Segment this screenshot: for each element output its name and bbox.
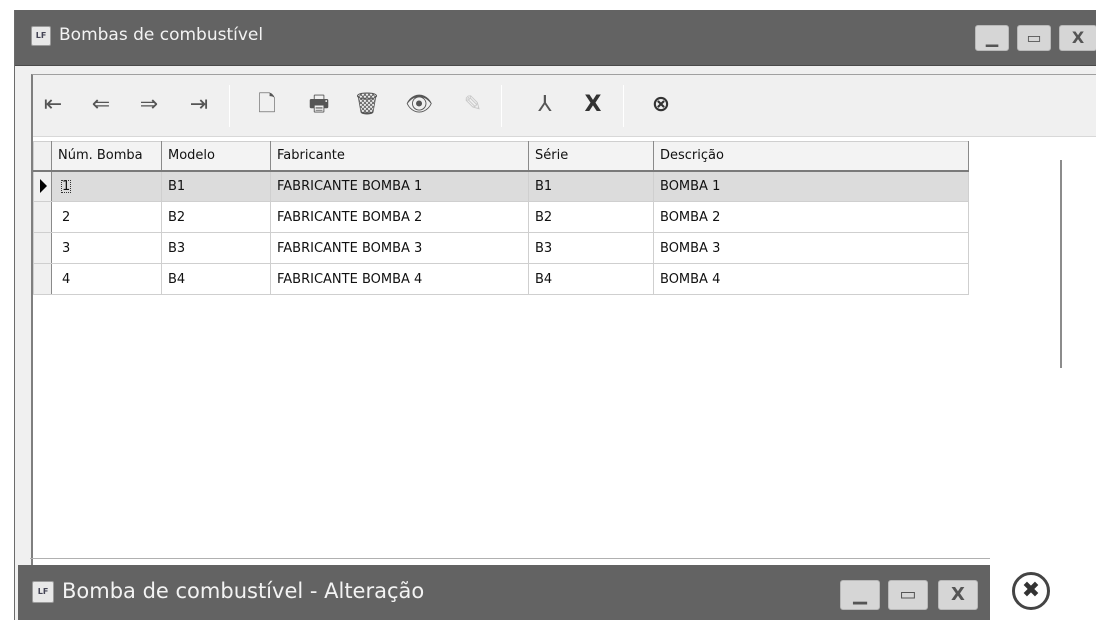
cell-manufacturer[interactable]: FABRICANTE BOMBA 3 [270, 232, 529, 264]
cell-description[interactable]: BOMBA 4 [653, 263, 969, 295]
minimize-button[interactable]: ▁ [840, 580, 880, 610]
row-indicator [33, 263, 52, 295]
close-window-icon[interactable]: ⊗ [645, 90, 677, 120]
window-client: ⇤ ⇐ ⇒ ⇥ 🗋 🖶 🗑 👁 ✎ ⅄ X ⊗ Núm. Bomba Model… [21, 66, 1096, 620]
print-icon[interactable]: 🖶 [303, 90, 335, 120]
edit-icon[interactable]: ✎ [457, 90, 489, 120]
cell-description[interactable]: BOMBA 3 [653, 232, 969, 264]
cell-model[interactable]: B3 [161, 232, 271, 264]
cell-serial[interactable]: B1 [528, 170, 654, 202]
toolbar-separator [501, 85, 502, 127]
window-title: Bomba de combustível - Alteração [62, 579, 425, 603]
table-row[interactable]: 4 B4 FABRICANTE BOMBA 4 B4 BOMBA 4 [33, 263, 969, 295]
close-circle-icon[interactable]: ✖ [1012, 572, 1050, 610]
maximize-button[interactable]: ▭ [1017, 25, 1051, 51]
app-icon: LF [32, 581, 54, 603]
content-panel: ⇤ ⇐ ⇒ ⇥ 🗋 🖶 🗑 👁 ✎ ⅄ X ⊗ Núm. Bomba Model… [31, 74, 1096, 620]
column-header-pump-number[interactable]: Núm. Bomba [51, 141, 162, 172]
column-header-model[interactable]: Modelo [161, 141, 271, 172]
header-indicator [33, 141, 52, 172]
pumps-grid: Núm. Bomba Modelo Fabricante Série Descr… [33, 141, 969, 295]
cell-model[interactable]: B4 [161, 263, 271, 295]
previous-record-icon[interactable]: ⇐ [85, 90, 117, 120]
table-row[interactable]: 3 B3 FABRICANTE BOMBA 3 B3 BOMBA 3 [33, 232, 969, 264]
view-icon[interactable]: 👁 [403, 90, 435, 120]
cell-pump-number[interactable]: 2 [51, 201, 162, 233]
grid-header: Núm. Bomba Modelo Fabricante Série Descr… [33, 141, 969, 172]
delete-icon[interactable]: 🗑 [351, 90, 383, 120]
maximize-button[interactable]: ▭ [888, 580, 928, 610]
cell-manufacturer[interactable]: FABRICANTE BOMBA 2 [270, 201, 529, 233]
cell-model[interactable]: B1 [161, 170, 271, 202]
cell-serial[interactable]: B4 [528, 263, 654, 295]
excel-export-icon[interactable]: X [577, 90, 609, 120]
pump-edit-window[interactable]: LF Bomba de combustível - Alteração ▁ ▭ … [18, 565, 990, 620]
cell-pump-number[interactable]: 1 [51, 170, 162, 202]
cell-model[interactable]: B2 [161, 201, 271, 233]
toolbar-separator [229, 85, 230, 127]
row-indicator [33, 201, 52, 233]
pdf-export-icon[interactable]: ⅄ [529, 90, 561, 120]
cell-manufacturer[interactable]: FABRICANTE BOMBA 1 [270, 170, 529, 202]
vertical-scrollbar[interactable] [1060, 160, 1062, 368]
toolbar-separator [623, 85, 624, 127]
minimize-button[interactable]: ▁ [975, 25, 1009, 51]
close-button[interactable]: X [1059, 25, 1096, 51]
column-header-serial[interactable]: Série [528, 141, 654, 172]
first-record-icon[interactable]: ⇤ [37, 90, 69, 120]
cell-serial[interactable]: B3 [528, 232, 654, 264]
cell-pump-number[interactable]: 4 [51, 263, 162, 295]
last-record-icon[interactable]: ⇥ [183, 90, 215, 120]
toolbar: ⇤ ⇐ ⇒ ⇥ 🗋 🖶 🗑 👁 ✎ ⅄ X ⊗ [33, 75, 1096, 137]
window-title: Bombas de combustível [59, 25, 264, 45]
cell-manufacturer[interactable]: FABRICANTE BOMBA 4 [270, 263, 529, 295]
cell-description[interactable]: BOMBA 1 [653, 170, 969, 202]
app-icon: LF [31, 26, 51, 46]
column-header-description[interactable]: Descrição [653, 141, 969, 172]
row-indicator [33, 232, 52, 264]
table-row[interactable]: 2 B2 FABRICANTE BOMBA 2 B2 BOMBA 2 [33, 201, 969, 233]
title-bar[interactable]: LF Bombas de combustível ▁ ▭ X [15, 10, 1096, 66]
row-indicator [33, 170, 52, 202]
close-button[interactable]: X [938, 580, 978, 610]
cell-description[interactable]: BOMBA 2 [653, 201, 969, 233]
grid-bottom-edge [30, 558, 990, 564]
new-record-icon[interactable]: 🗋 [251, 90, 283, 120]
cell-serial[interactable]: B2 [528, 201, 654, 233]
pumps-window: LF Bombas de combustível ▁ ▭ X ⇤ ⇐ ⇒ ⇥ 🗋… [14, 10, 1096, 620]
table-row[interactable]: 1 B1 FABRICANTE BOMBA 1 B1 BOMBA 1 [33, 170, 969, 202]
column-header-manufacturer[interactable]: Fabricante [270, 141, 529, 172]
next-record-icon[interactable]: ⇒ [133, 90, 165, 120]
cell-pump-number[interactable]: 3 [51, 232, 162, 264]
current-row-arrow-icon [40, 179, 47, 194]
